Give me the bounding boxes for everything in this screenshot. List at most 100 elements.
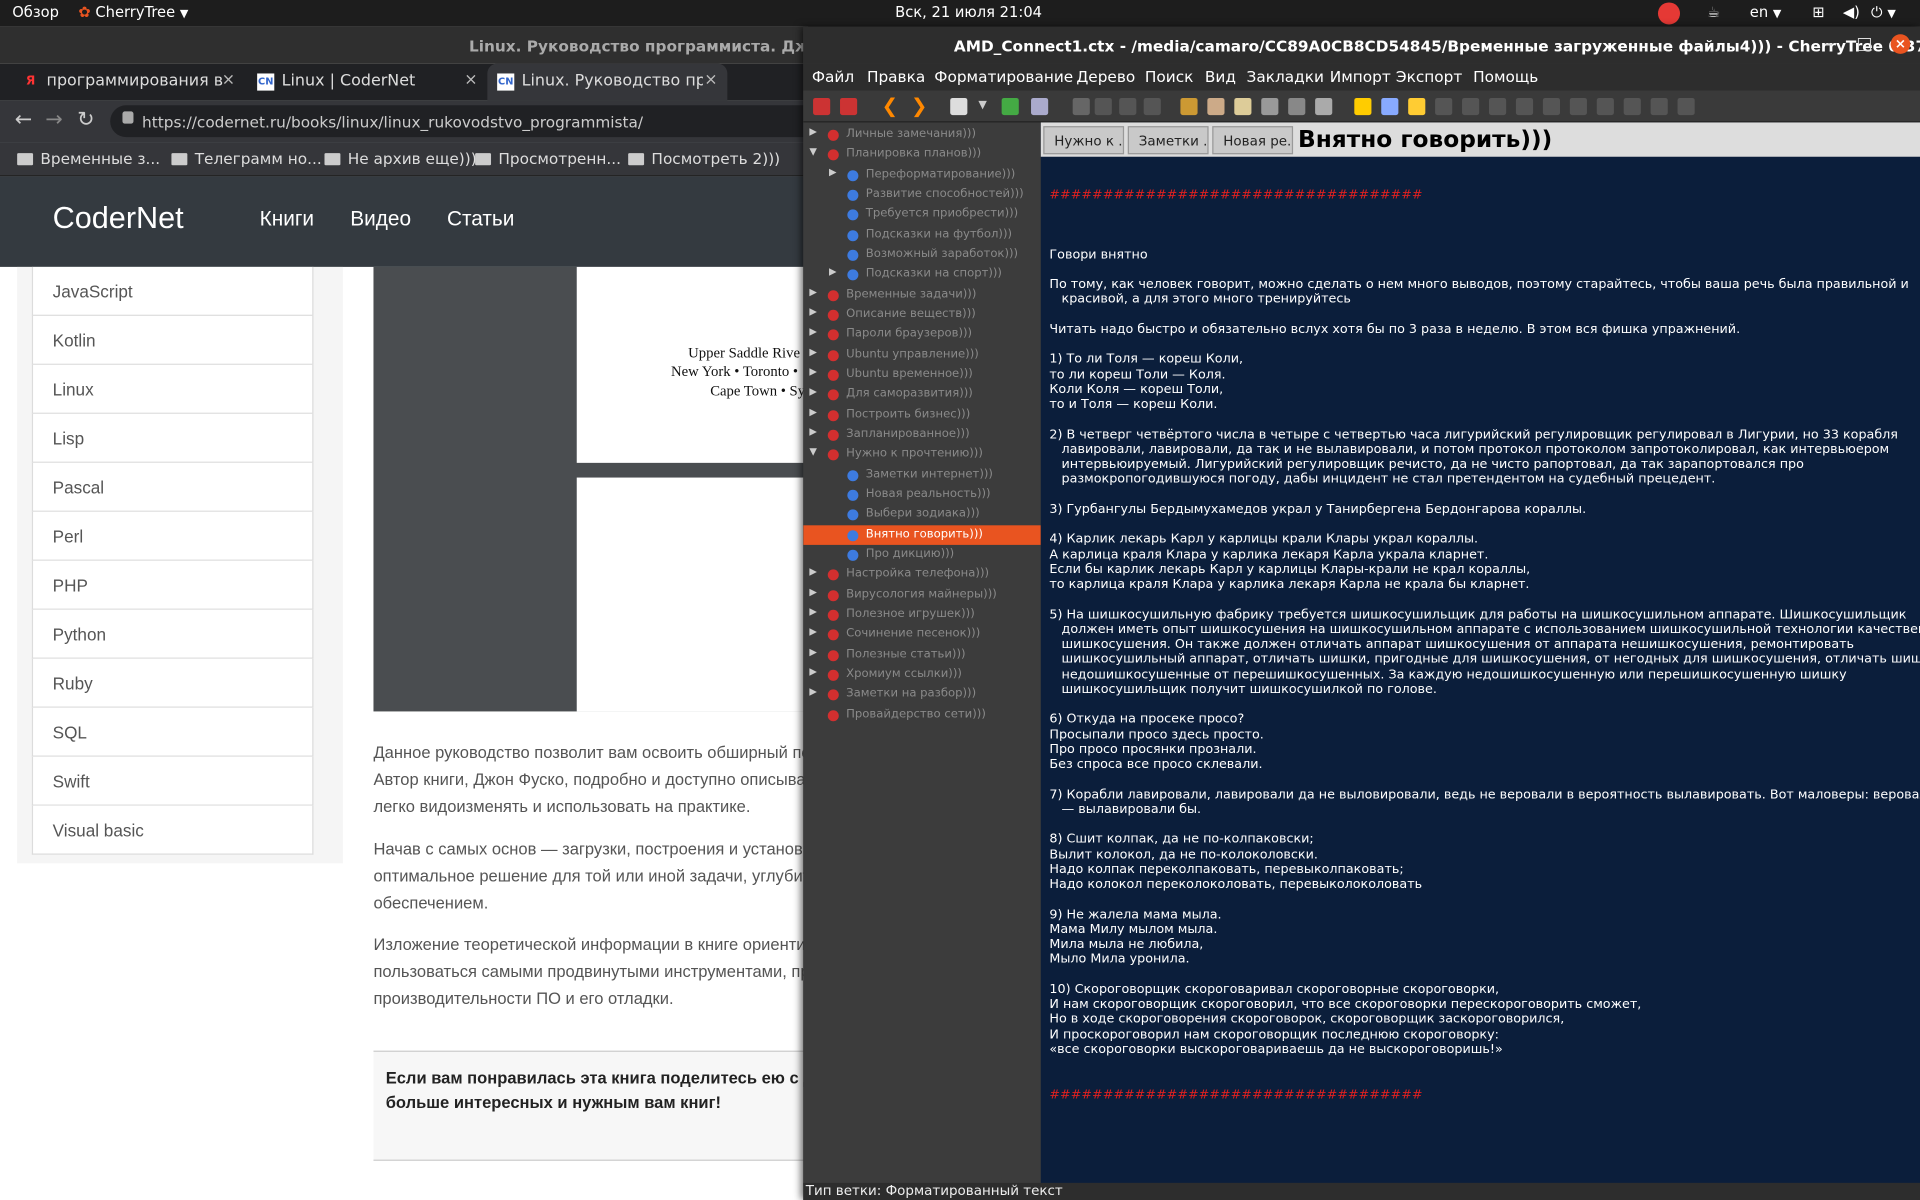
underline-icon[interactable] <box>1462 97 1480 116</box>
nav-link-books[interactable]: Книги <box>260 207 314 231</box>
save-icon[interactable] <box>1001 97 1019 116</box>
category-item[interactable]: SQL <box>31 707 314 757</box>
expand-arrow-icon[interactable]: ▶ <box>809 626 819 637</box>
expand-arrow-open-icon[interactable]: ▼ <box>809 446 819 457</box>
tree-node[interactable]: ▶ Хромиум ссылки))) <box>803 665 1041 685</box>
nav-link-articles[interactable]: Статьи <box>447 207 514 231</box>
bold-icon[interactable] <box>1408 97 1426 116</box>
tree-node[interactable]: Заметки интернет))) <box>803 465 1041 485</box>
menu-view[interactable]: Вид <box>1205 67 1236 85</box>
bookmark-folder[interactable]: Не архив еще))) <box>324 149 477 168</box>
browser-tab[interactable]: CN Linux | CoderNet × <box>247 64 487 101</box>
bulleted-list-icon[interactable] <box>1094 97 1112 116</box>
tree-node[interactable]: ▶ Подсказки на спорт))) <box>803 265 1041 285</box>
tree-node[interactable]: Провайдерство сети))) <box>803 705 1041 725</box>
close-tab-icon[interactable]: × <box>704 71 717 89</box>
activities-button[interactable]: Обзор <box>12 4 59 21</box>
tree-node[interactable]: Возможный заработок))) <box>803 245 1041 265</box>
note-text[interactable]: ################################### Гово… <box>1049 157 1920 1132</box>
insert-link-icon[interactable] <box>1288 97 1306 116</box>
text-editor[interactable]: Нужно к ... Заметки ... Новая ре... Внят… <box>1040 122 1920 1186</box>
tree-node[interactable]: ▶ Ubuntu временное))) <box>803 365 1041 385</box>
tree-node[interactable]: Подсказки на футбол))) <box>803 225 1041 245</box>
category-item[interactable]: JavaScript <box>31 266 314 316</box>
strikethrough-icon[interactable] <box>1488 97 1507 116</box>
tree-node[interactable]: ▶ Описание веществ))) <box>803 305 1041 325</box>
insert-anchor-icon[interactable] <box>1315 97 1333 116</box>
menu-export[interactable]: Экспорт <box>1396 67 1462 85</box>
reload-icon[interactable]: ↻ <box>77 108 94 132</box>
numbered-list-icon[interactable] <box>1119 97 1137 116</box>
expand-arrow-icon[interactable]: ▶ <box>809 646 819 657</box>
go-back-icon[interactable]: ❮ <box>882 94 899 117</box>
tree-node[interactable]: ▶ Переформатирование))) <box>803 165 1041 185</box>
bookmark-folder[interactable]: Посмотреть 2))) <box>628 149 780 168</box>
close-tab-icon[interactable]: × <box>464 71 477 89</box>
tree-node[interactable]: ▼ Нужно к прочтению))) <box>803 445 1041 465</box>
tree-node[interactable]: ▶ Заметки на разбор))) <box>803 685 1041 705</box>
browser-tab-active[interactable]: CN Linux. Руководство прогр × <box>487 63 728 101</box>
tree-node[interactable]: Новая реальность))) <box>803 485 1041 505</box>
tree-node[interactable]: ▶ Запланированное))) <box>803 425 1041 445</box>
menu-tree[interactable]: Дерево <box>1076 67 1135 85</box>
network-icon[interactable]: ⊞ <box>1812 4 1824 21</box>
nav-link-video[interactable]: Видео <box>350 207 411 231</box>
attach-file-icon[interactable] <box>1261 97 1279 116</box>
subscript-icon[interactable] <box>1650 97 1668 116</box>
menu-search[interactable]: Поиск <box>1145 67 1193 85</box>
expand-arrow-icon[interactable]: ▶ <box>809 326 819 337</box>
export-pdf-icon[interactable] <box>1031 97 1049 116</box>
italic-icon[interactable] <box>1435 97 1453 116</box>
insert-codebox-icon[interactable] <box>1234 97 1252 116</box>
tree-node-selected[interactable]: Внятно говорить))) <box>803 524 1041 545</box>
expand-arrow-open-icon[interactable]: ▼ <box>809 146 819 157</box>
add-subnode-icon[interactable] <box>840 97 858 116</box>
category-item[interactable]: Lisp <box>31 413 314 463</box>
color-icon[interactable] <box>1381 97 1399 116</box>
category-item[interactable]: Pascal <box>31 462 314 512</box>
expand-arrow-icon[interactable]: ▶ <box>809 666 819 677</box>
expand-arrow-icon[interactable]: ▶ <box>809 346 819 357</box>
tree-node[interactable]: Требуется приобрести))) <box>803 205 1041 225</box>
expand-arrow-icon[interactable]: ▶ <box>809 366 819 377</box>
app-menu[interactable]: ✿ CherryTree ▼ <box>78 4 188 21</box>
todo-list-icon[interactable] <box>1143 97 1161 116</box>
category-item[interactable]: Swift <box>31 756 314 806</box>
clock[interactable]: Вск, 21 июля 21:04 <box>895 4 1042 21</box>
menu-edit[interactable]: Правка <box>867 67 925 85</box>
tree-node[interactable]: Выбери зодиака))) <box>803 505 1041 525</box>
expand-arrow-icon[interactable]: ▶ <box>809 126 819 137</box>
small-text-icon[interactable] <box>1596 97 1614 116</box>
browser-tab[interactable]: Я программирования в linux × <box>12 64 245 101</box>
tree-node[interactable]: ▶ Построить бизнес))) <box>803 405 1041 425</box>
power-icon[interactable]: ⏻ ▼ <box>1871 4 1896 22</box>
tree-node[interactable]: ▶ Ubuntu управление))) <box>803 345 1041 365</box>
menu-bookmarks[interactable]: Закладки <box>1247 67 1324 85</box>
category-item[interactable]: Perl <box>31 511 314 561</box>
superscript-icon[interactable] <box>1623 97 1641 116</box>
minimize-icon[interactable]: – <box>1825 34 1834 54</box>
expand-arrow-icon[interactable]: ▶ <box>809 586 819 597</box>
maximize-icon[interactable]: □ <box>1856 34 1872 54</box>
tree-node[interactable]: ▼ Планировка планов))) <box>803 145 1041 165</box>
tree-node[interactable]: Про дикцию))) <box>803 545 1041 565</box>
add-node-icon[interactable] <box>813 97 831 116</box>
bookmark-folder[interactable]: Временные з... <box>17 149 160 168</box>
category-item[interactable]: Kotlin <box>31 315 314 365</box>
tree-node[interactable]: ▶ Сочинение песенок))) <box>803 625 1041 645</box>
close-window-icon[interactable]: × <box>1890 34 1911 54</box>
menu-format[interactable]: Форматирование <box>934 67 1073 85</box>
insert-image-icon[interactable] <box>1180 97 1198 116</box>
tree-node[interactable]: ▶ Личные замечания))) <box>803 125 1041 145</box>
expand-arrow-icon[interactable]: ▶ <box>829 166 839 177</box>
editor-tab[interactable]: Заметки ... <box>1127 126 1209 155</box>
heading3-icon[interactable] <box>1569 97 1587 116</box>
tree-node[interactable]: ▶ Временные задачи))) <box>803 285 1041 305</box>
highlight-icon[interactable] <box>1354 97 1372 116</box>
category-item[interactable]: PHP <box>31 560 314 610</box>
category-item[interactable]: Linux <box>31 364 314 414</box>
language-indicator[interactable]: en ▼ <box>1750 4 1782 21</box>
insert-table-icon[interactable] <box>1207 97 1225 116</box>
monospace-icon[interactable] <box>1677 97 1695 116</box>
expand-arrow-icon[interactable]: ▶ <box>809 306 819 317</box>
